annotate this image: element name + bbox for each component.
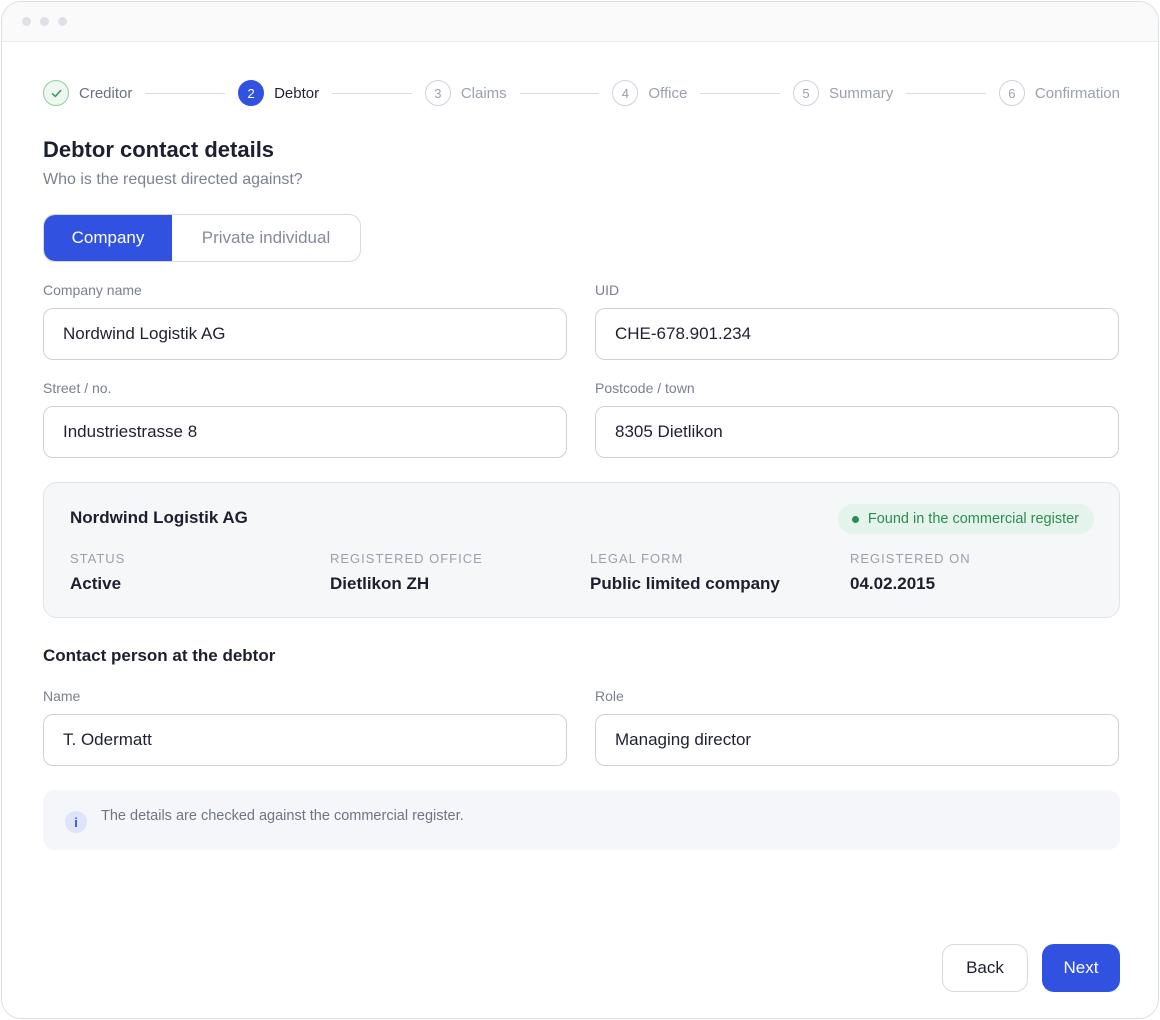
step-label: Office [648, 84, 688, 102]
commercial-register-card: Nordwind Logistik AG Found in the commer… [43, 482, 1120, 618]
window-control-dot[interactable] [58, 17, 67, 26]
debtor-type-toggle: Company Private individual [43, 214, 361, 262]
info-text: The details are checked against the comm… [101, 808, 464, 824]
registered-office-value: Dietlikon ZH [330, 574, 430, 593]
step-connector [906, 92, 986, 94]
step-complete-icon [43, 80, 69, 106]
title-bar [2, 2, 1158, 42]
page-subtitle: Who is the request directed against? [43, 171, 303, 188]
step-label: Claims [460, 84, 507, 102]
step-number: 2 [238, 80, 265, 106]
registered-office-label: REGISTERED OFFICE [330, 551, 483, 566]
register-company-name: Nordwind Logistik AG [70, 508, 248, 527]
postcode-town-input[interactable]: 8305 Dietlikon [595, 406, 1119, 458]
status-value: Active [70, 574, 122, 593]
status-dot-icon [851, 515, 859, 523]
legal-form-label: LEGAL FORM [590, 551, 684, 566]
company-name-label: Company name [43, 282, 142, 298]
status-label: STATUS [70, 551, 126, 566]
progress-stepper: Creditor 2 Debtor 3 Claims 4 Office 5 Su… [43, 79, 1120, 107]
info-icon: i [65, 811, 87, 833]
uid-input[interactable]: CHE-678.901.234 [595, 308, 1119, 360]
register-status-badge: Found in the commercial register [837, 504, 1094, 534]
uid-label: UID [595, 282, 620, 298]
contact-role-label: Role [595, 688, 624, 704]
next-button[interactable]: Next [1042, 944, 1120, 992]
step-debtor[interactable]: 2 Debtor [238, 80, 319, 106]
step-number: 5 [793, 80, 820, 106]
step-confirmation[interactable]: 6 Confirmation [998, 80, 1120, 106]
app-window: Creditor 2 Debtor 3 Claims 4 Office 5 Su… [1, 1, 1159, 1019]
contact-name-label: Name [43, 688, 81, 704]
contact-role-input[interactable]: Managing director [595, 714, 1119, 766]
legal-form-value: Public limited company [590, 574, 780, 593]
street-input[interactable]: Industriestrasse 8 [43, 406, 567, 458]
registered-on-value: 04.02.2015 [850, 574, 936, 593]
contact-name-input[interactable]: T. Odermatt [43, 714, 567, 766]
window-control-dot[interactable] [22, 17, 31, 26]
company-name-input[interactable]: Nordwind Logistik AG [43, 308, 567, 360]
page-title: Debtor contact details [43, 137, 275, 162]
step-connector [332, 92, 412, 94]
step-summary[interactable]: 5 Summary [793, 80, 893, 106]
postcode-label: Postcode / town [595, 380, 695, 396]
private-individual-option[interactable]: Private individual [172, 215, 360, 261]
step-label: Creditor [79, 84, 133, 102]
step-label: Debtor [274, 84, 320, 102]
street-label: Street / no. [43, 380, 112, 396]
step-connector [145, 92, 226, 94]
back-button[interactable]: Back [942, 944, 1028, 992]
step-label: Summary [829, 84, 894, 102]
step-number: 4 [612, 80, 639, 106]
step-number: 6 [998, 80, 1025, 106]
step-number: 3 [424, 80, 451, 106]
info-notice: i The details are checked against the co… [43, 790, 1120, 850]
badge-text: Found in the commercial register [867, 511, 1079, 527]
checkmark-icon [51, 89, 61, 97]
window-control-dot[interactable] [40, 17, 49, 26]
step-connector [519, 92, 600, 94]
registered-on-label: REGISTERED ON [850, 551, 971, 566]
step-claims[interactable]: 3 Claims [424, 80, 507, 106]
contact-section-title: Contact person at the debtor [43, 646, 276, 665]
company-option[interactable]: Company [44, 215, 172, 261]
step-creditor[interactable]: Creditor [43, 80, 132, 106]
step-office[interactable]: 4 Office [612, 80, 687, 106]
step-label: Confirmation [1034, 84, 1120, 102]
step-connector [700, 92, 781, 94]
